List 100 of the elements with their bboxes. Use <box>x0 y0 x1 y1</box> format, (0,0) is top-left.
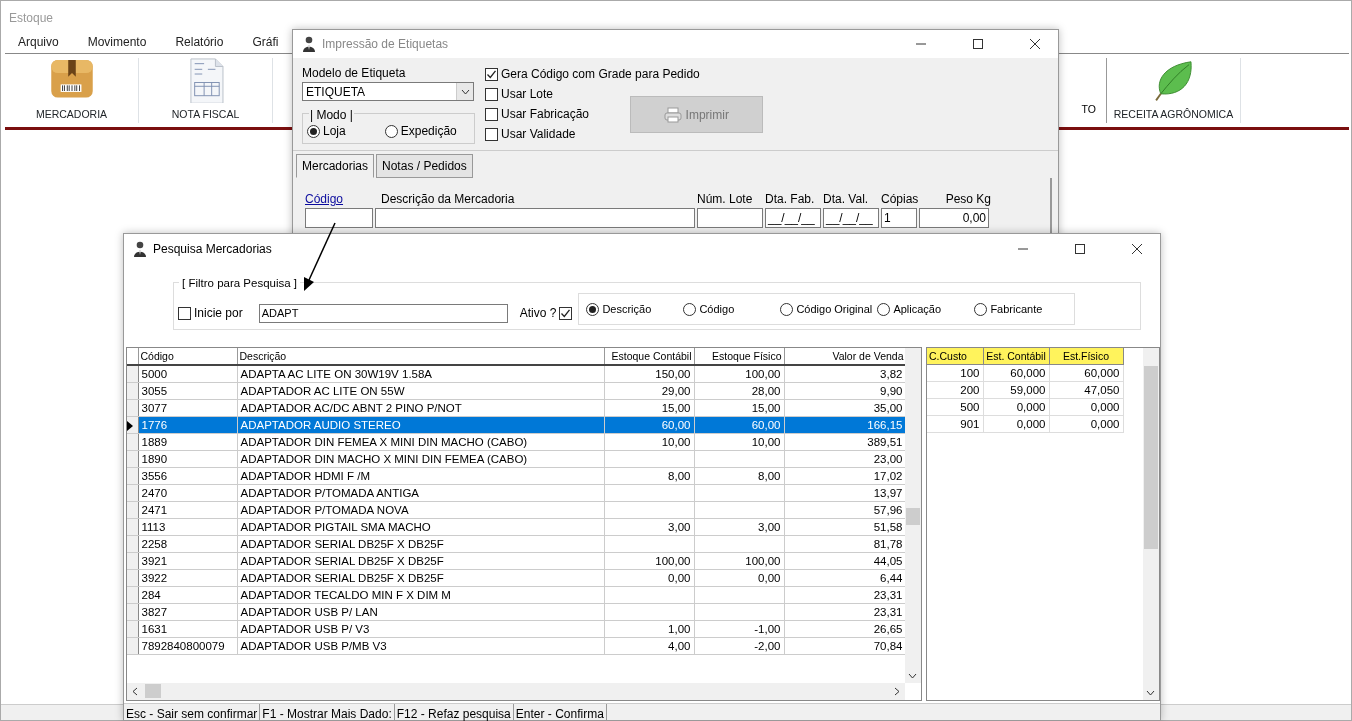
column-header[interactable]: Est. Contábil <box>983 348 1049 365</box>
checkbox-label: Usar Fabricação <box>501 106 590 123</box>
toolbar-button[interactable]: MERCADORIA <box>5 58 139 123</box>
maximize-icon[interactable] <box>1074 243 1086 255</box>
table-cell: 901 <box>927 415 983 433</box>
input-field[interactable] <box>305 208 373 228</box>
field-label: Dta. Val. <box>823 191 869 208</box>
dropdown[interactable]: ETIQUETA <box>302 82 474 101</box>
scroll-right-icon[interactable] <box>894 687 900 696</box>
checkbox[interactable] <box>485 107 498 121</box>
column-header[interactable]: Descrição <box>237 348 604 365</box>
arrow <box>304 222 336 291</box>
table-row[interactable]: 2471 ADAPTADOR P/TOMADA NOVA 57,96 <box>127 501 906 519</box>
table-cell: 3055 <box>138 382 237 400</box>
radio-button[interactable] <box>877 302 891 316</box>
checkbox-label: Ativo ? <box>519 305 557 322</box>
table-cell: 1890 <box>138 450 237 468</box>
column-header[interactable]: Estoque Físico <box>694 348 784 365</box>
table-cell: 8,00 <box>604 467 694 485</box>
table-cell: 3922 <box>138 569 237 587</box>
table-cell: ADAPTADOR PIGTAIL SMA MACHO <box>237 518 604 536</box>
chevron-down-icon <box>460 88 470 95</box>
column-header[interactable]: Estoque Contábil <box>604 348 694 365</box>
field-label: Peso Kg <box>945 191 991 208</box>
input-field[interactable] <box>697 208 763 228</box>
scroll-thumb[interactable] <box>145 684 161 698</box>
input-field[interactable]: 1 <box>881 208 917 228</box>
status-text: Enter - Confirma <box>513 704 607 720</box>
table-row[interactable]: 1776 ADAPTADOR AUDIO STEREO 60,00 60,00 166,15 <box>127 416 906 434</box>
table-cell: 0,000 <box>1049 398 1123 416</box>
maximize-icon[interactable] <box>972 38 984 50</box>
input-field[interactable] <box>375 208 695 228</box>
table-cell: ADAPTADOR DIN MACHO X MINI DIN FEMEA (CABO) <box>237 450 604 468</box>
table-row[interactable]: 1113 ADAPTADOR PIGTAIL SMA MACHO 3,00 3,00 51,58 <box>127 518 906 536</box>
tab[interactable]: Notas / Pedidos <box>376 154 473 178</box>
search-field[interactable]: ADAPT <box>258 303 508 323</box>
scroll-down-icon[interactable] <box>1146 690 1155 696</box>
toolbar-button[interactable]: RECEITA AGRÔNOMICA <box>1107 58 1241 123</box>
checkbox-label: Usar Validade <box>501 126 576 143</box>
checkbox[interactable] <box>485 87 498 101</box>
radio-button[interactable] <box>384 124 398 138</box>
radio-button[interactable] <box>780 302 794 316</box>
radio-button[interactable] <box>974 302 988 316</box>
table-cell: 100,00 <box>694 552 784 570</box>
column-header[interactable]: Est.Físico <box>1049 348 1123 365</box>
menu-item[interactable]: Relatório <box>175 33 224 53</box>
checkbox[interactable] <box>178 306 191 320</box>
table-row[interactable]: 3055 ADAPTADOR AC LITE ON 55W 29,00 28,00 9,90 <box>127 382 906 400</box>
input-field[interactable]: __/__/__ <box>823 208 879 228</box>
table-row[interactable]: 1890 ADAPTADOR DIN MACHO X MINI DIN FEMEA (CABO) 23,00 <box>127 450 906 468</box>
table-cell: 0,000 <box>1049 415 1123 433</box>
column-header[interactable]: C.Custo <box>927 348 983 365</box>
radio-button[interactable] <box>307 124 320 138</box>
table-row[interactable]: 7892840800079 ADAPTADOR USB P/MB V3 4,00 -2,00 70,84 <box>127 637 906 655</box>
table-row[interactable]: 1631 ADAPTADOR USB P/ V3 1,00 -1,00 26,65 <box>127 620 906 638</box>
toolbar-button[interactable]: NOTA FISCAL <box>139 58 273 123</box>
input-field[interactable]: __/__/__ <box>765 208 821 228</box>
column-header[interactable]: Código <box>138 348 237 365</box>
scrollbar[interactable] <box>905 348 921 683</box>
scroll-left-icon[interactable] <box>132 687 138 696</box>
menu-item[interactable]: Gráfi <box>252 33 279 53</box>
table-row[interactable]: 1889 ADAPTADOR DIN FEMEA X MINI DIN MACHO (CABO) 10,00 10,00 389,51 <box>127 433 906 451</box>
table-row[interactable]: 5000 ADAPTA AC LITE ON 30W19V 1.58A 150,00 100,00 3,82 <box>127 365 906 383</box>
table-cell: 3921 <box>138 552 237 570</box>
menu-item[interactable]: Arquivo <box>18 33 59 53</box>
table-row[interactable]: 2470 ADAPTADOR P/TOMADA ANTIGA 13,97 <box>127 484 906 502</box>
window-title: Impressão de Etiquetas <box>322 36 449 53</box>
table-cell: -2,00 <box>694 637 784 655</box>
close-icon[interactable] <box>1029 38 1041 50</box>
scrollbar[interactable] <box>1143 348 1159 700</box>
table-cell: ADAPTADOR AC/DC ABNT 2 PINO P/NOT <box>237 399 604 417</box>
printer-icon <box>663 106 682 123</box>
scroll-thumb[interactable] <box>1144 366 1158 549</box>
person-icon <box>133 241 147 257</box>
checkbox[interactable] <box>485 67 498 81</box>
scrollbar[interactable] <box>127 683 905 700</box>
field-link[interactable]: Código <box>305 190 344 208</box>
close-icon[interactable] <box>1131 243 1143 255</box>
status-text: F1 - Mostrar Mais Dado: <box>260 704 395 720</box>
tab[interactable]: Mercadorias <box>296 154 375 178</box>
table-row[interactable]: 2258 ADAPTADOR SERIAL DB25F X DB25F 81,78 <box>127 535 906 553</box>
radio-label: Código <box>699 301 735 317</box>
table-cell: ADAPTADOR USB P/ V3 <box>237 620 604 638</box>
table-row[interactable]: 3077 ADAPTADOR AC/DC ABNT 2 PINO P/NOT 15,00 15,00 35,00 <box>127 399 906 417</box>
input-field[interactable]: 0,00 <box>919 208 989 228</box>
radio-button[interactable] <box>586 302 600 316</box>
table-row[interactable]: 3921 ADAPTADOR SERIAL DB25F X DB25F 100,00 100,00 44,05 <box>127 552 906 570</box>
menu-item[interactable]: Movimento <box>87 33 147 53</box>
table-cell: 1113 <box>138 518 237 536</box>
table-row[interactable]: 3922 ADAPTADOR SERIAL DB25F X DB25F 0,00 0,00 6,44 <box>127 569 906 587</box>
table-cell: 3077 <box>138 399 237 417</box>
table-row[interactable]: 3827 ADAPTADOR USB P/ LAN 23,31 <box>127 603 906 621</box>
table-row[interactable]: 3556 ADAPTADOR HDMI F /M 8,00 8,00 17,02 <box>127 467 906 485</box>
scroll-down-icon[interactable] <box>908 673 917 679</box>
checkbox[interactable] <box>485 127 498 141</box>
radio-button[interactable] <box>683 302 697 316</box>
scroll-thumb[interactable] <box>906 508 920 525</box>
checkbox[interactable] <box>559 306 573 320</box>
table-row[interactable]: 284 ADAPTADOR TECALDO MIN F X DIM M 23,31 <box>127 586 906 604</box>
status-text: Esc - Sair sem confirmar <box>124 704 261 720</box>
